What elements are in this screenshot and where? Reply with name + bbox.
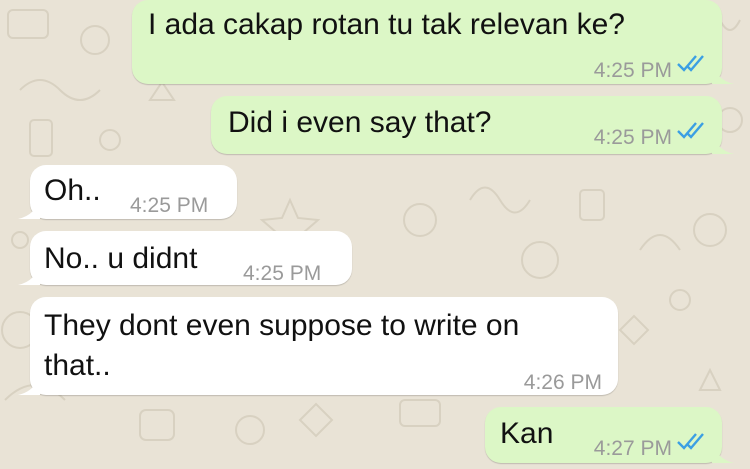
message-timestamp: 4:25 PM — [130, 194, 209, 217]
message-text: Kan — [500, 417, 554, 450]
double-check-read-icon — [677, 433, 704, 450]
message-text-line-1: They dont even suppose to write on — [44, 309, 520, 342]
bubble-tail — [712, 132, 734, 154]
bubble-tail — [712, 62, 734, 84]
message-bubble-outgoing[interactable]: I ada cakap rotan tu tak relevan ke? 4:2… — [132, 0, 734, 84]
message-bubble-outgoing[interactable]: Did i even say that? 4:25 PM — [211, 96, 734, 154]
message-bubble-outgoing[interactable]: Kan 4:27 PM — [485, 407, 734, 463]
message-text: No.. u didnt — [44, 242, 198, 275]
bubble-tail — [18, 197, 40, 219]
message-timestamp: 4:25 PM — [593, 126, 672, 149]
message-text: Did i even say that? — [228, 106, 492, 139]
message-text: I ada cakap rotan tu tak relevan ke? — [148, 8, 625, 41]
message-timestamp: 4:26 PM — [523, 371, 602, 394]
message-text: Oh.. — [44, 174, 101, 207]
message-text-line-2: that.. — [44, 349, 111, 382]
message-timestamp: 4:25 PM — [243, 262, 322, 285]
message-timestamp: 4:25 PM — [593, 59, 672, 82]
message-bubble-incoming[interactable]: Oh.. 4:25 PM — [18, 165, 237, 219]
bubble-tail — [18, 263, 40, 285]
bubble-tail — [18, 373, 40, 395]
double-check-read-icon — [677, 122, 704, 139]
message-timestamp: 4:27 PM — [593, 437, 672, 460]
double-check-read-icon — [677, 55, 704, 72]
bubble-tail — [712, 441, 734, 463]
message-bubble-incoming[interactable]: They dont even suppose to write on that.… — [18, 297, 618, 395]
message-bubble-incoming[interactable]: No.. u didnt 4:25 PM — [18, 231, 352, 285]
